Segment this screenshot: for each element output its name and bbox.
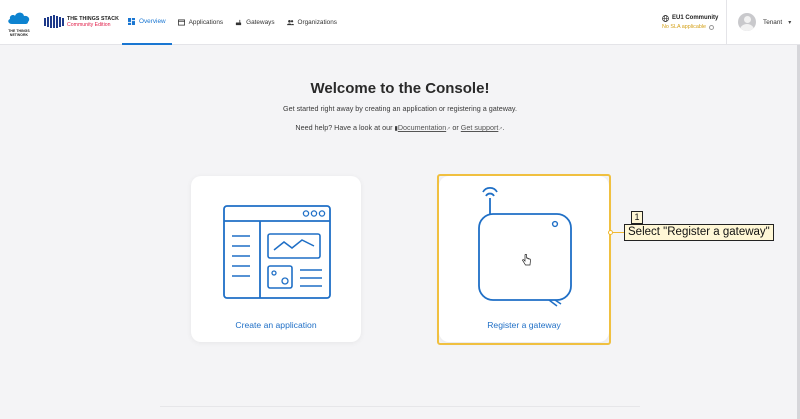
- cluster-name: EU1 Community: [672, 15, 719, 21]
- nav-organizations[interactable]: Organizations: [281, 0, 343, 45]
- annotation-callout: Select "Register a gateway": [624, 224, 774, 241]
- nav-gateways[interactable]: Gateways: [229, 0, 280, 45]
- user-menu[interactable]: Tenant ▾: [738, 13, 791, 31]
- organizations-icon: [286, 19, 294, 26]
- cluster-selector[interactable]: EU1 Community No SLA applicable: [662, 14, 718, 32]
- page-subtitle: Get started right away by creating an ap…: [283, 104, 517, 113]
- help-suffix: .: [502, 123, 505, 132]
- external-link-icon: ↗: [446, 126, 451, 132]
- cloud-icon: [8, 12, 30, 24]
- help-circle-icon[interactable]: [709, 25, 715, 30]
- annotation-anchor: [608, 230, 613, 235]
- documentation-link[interactable]: Documentation: [398, 123, 446, 132]
- footer-divider: [160, 406, 640, 407]
- gateway-icon: [235, 19, 242, 26]
- applications-icon: [177, 19, 185, 26]
- help-or: or: [452, 123, 459, 132]
- hand-cursor-icon: [522, 254, 531, 266]
- user-name: Tenant: [763, 18, 783, 26]
- stack-bars-icon: [44, 15, 64, 28]
- edition-label: Community Edition: [67, 21, 111, 28]
- stack-name: THE THINGS STACK: [67, 15, 119, 22]
- create-application-card[interactable]: Create an application: [191, 176, 361, 342]
- create-application-label: Create an application: [235, 320, 317, 330]
- annotation-connector: [612, 232, 624, 233]
- header-divider: [726, 0, 727, 45]
- main-nav: Overview Applications Gateways Organizat…: [122, 0, 343, 45]
- help-prefix: Need help? Have a look at our: [295, 123, 393, 132]
- help-text: Need help? Have a look at our ▮Documenta…: [0, 123, 800, 132]
- application-illustration-icon: [223, 205, 331, 299]
- top-navigation-bar: THE THINGS NETWORK THE THINGS STACK Comm…: [0, 0, 800, 45]
- get-support-link[interactable]: Get support: [461, 123, 499, 132]
- chevron-down-icon: ▾: [788, 19, 792, 26]
- globe-icon: [662, 15, 669, 22]
- nav-overview-label: Overview: [139, 18, 166, 25]
- nav-organizations-label: Organizations: [297, 19, 337, 26]
- sla-label: No SLA applicable: [662, 24, 707, 30]
- nav-applications[interactable]: Applications: [172, 0, 229, 45]
- nav-applications-label: Applications: [188, 19, 224, 26]
- the-things-stack-logo[interactable]: THE THINGS STACK Community Edition: [44, 15, 119, 28]
- nav-gateways-label: Gateways: [246, 19, 275, 26]
- overview-icon: [128, 18, 135, 25]
- avatar: [738, 13, 756, 31]
- nav-overview[interactable]: Overview: [122, 0, 172, 45]
- the-things-network-logo[interactable]: THE THINGS NETWORK: [7, 11, 33, 37]
- page-title: Welcome to the Console!: [310, 80, 490, 97]
- network-logo-line-2: NETWORK: [9, 32, 29, 37]
- annotation-step-number: 1: [631, 211, 643, 224]
